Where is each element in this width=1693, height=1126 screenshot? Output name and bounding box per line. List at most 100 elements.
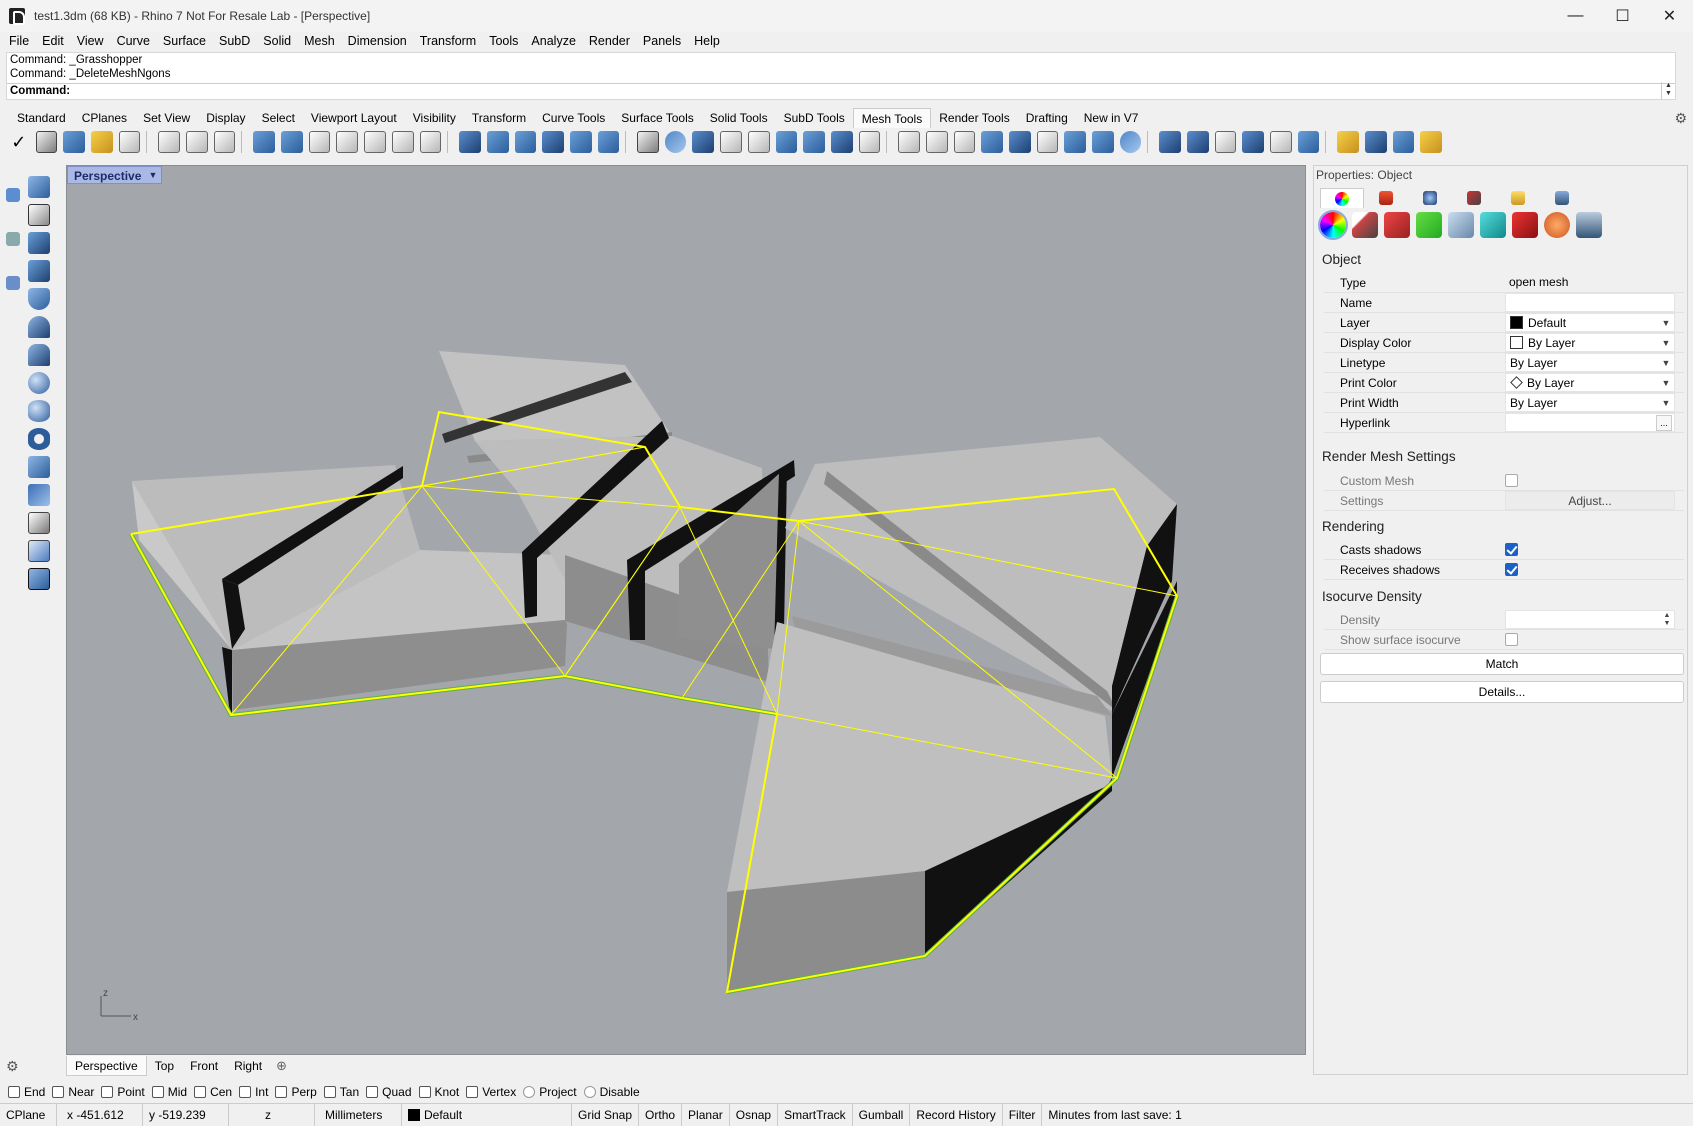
mesh-from-surface-icon[interactable] <box>63 131 86 153</box>
sphere-tool-icon[interactable] <box>28 372 50 394</box>
custom-mesh-checkbox[interactable] <box>1505 474 1518 487</box>
hyperlink-browse-button[interactable]: ... <box>1656 415 1672 431</box>
menu-solid[interactable]: Solid <box>263 34 291 48</box>
mesh-patch-icon[interactable] <box>91 131 113 153</box>
tab-select[interactable]: Select <box>254 108 303 128</box>
mesh-collapse-icon[interactable] <box>858 131 881 153</box>
mesh-solid-icon[interactable] <box>1008 131 1031 153</box>
adjust-button[interactable]: Adjust... <box>1505 491 1675 510</box>
status-layer[interactable]: Default <box>402 1103 572 1126</box>
menu-help[interactable]: Help <box>694 34 720 48</box>
menu-analyze[interactable]: Analyze <box>531 34 575 48</box>
number-123-icon[interactable] <box>953 131 976 153</box>
menu-view[interactable]: View <box>77 34 104 48</box>
mesh-points-icon[interactable] <box>1036 131 1059 153</box>
ellipsoid-tool-icon[interactable] <box>28 400 50 422</box>
match-button[interactable]: Match <box>1320 653 1684 675</box>
name-input[interactable] <box>1505 293 1675 312</box>
tab-named-views[interactable] <box>1540 188 1584 208</box>
spinner-arrows-icon[interactable]: ▲ ▼ <box>1662 612 1672 628</box>
casts-shadows-checkbox[interactable] <box>1505 543 1518 556</box>
hexagon-mesh-icon[interactable] <box>1092 131 1114 153</box>
settings-gear-icon[interactable]: ⚙ <box>6 1058 22 1074</box>
osnap-end[interactable]: End <box>8 1085 45 1099</box>
mesh-box-icon[interactable] <box>336 131 359 153</box>
mesh-skull-icon[interactable] <box>308 131 331 153</box>
hyperlink-input[interactable]: ... <box>1505 413 1675 432</box>
mesh-split-icon[interactable] <box>364 131 386 153</box>
checkbox-icon[interactable] <box>239 1086 252 1098</box>
osnap-quad[interactable]: Quad <box>366 1085 412 1099</box>
menu-curve[interactable]: Curve <box>117 34 150 48</box>
tab-standard[interactable]: Standard <box>9 108 74 128</box>
menu-render[interactable]: Render <box>589 34 630 48</box>
tab-surface-tools[interactable]: Surface Tools <box>613 108 702 128</box>
display-color-select[interactable]: By Layer ▼ <box>1505 333 1675 352</box>
mesh-plane-icon[interactable] <box>486 131 509 153</box>
rhino-app-icon[interactable] <box>9 8 25 25</box>
osnap-vertex[interactable]: Vertex <box>466 1085 516 1099</box>
tab-solid-tools[interactable]: Solid Tools <box>702 108 776 128</box>
close-button[interactable]: ✕ <box>1646 0 1693 32</box>
status-planar[interactable]: Planar <box>682 1103 730 1126</box>
status-ortho[interactable]: Ortho <box>639 1103 683 1126</box>
checkbox-icon[interactable] <box>101 1086 114 1098</box>
osnap-mid[interactable]: Mid <box>151 1085 187 1099</box>
status-smarttrack[interactable]: SmartTrack <box>778 1103 853 1126</box>
mesh-fold-icon[interactable] <box>1270 131 1292 153</box>
tab-perspective[interactable]: Perspective <box>66 1056 147 1076</box>
tab-visibility[interactable]: Visibility <box>405 108 464 128</box>
menu-surface[interactable]: Surface <box>163 34 206 48</box>
material-brush-icon[interactable] <box>1352 212 1378 238</box>
radio-icon[interactable] <box>523 1086 536 1098</box>
mesh-tool-icon[interactable] <box>28 484 50 506</box>
sidebar-plane-icon[interactable] <box>6 188 20 202</box>
mesh-wave-icon[interactable] <box>1297 131 1320 153</box>
menu-transform[interactable]: Transform <box>420 34 477 48</box>
checkbox-icon[interactable] <box>8 1086 20 1098</box>
tab-render[interactable] <box>1408 188 1452 208</box>
pipe-tool-icon[interactable] <box>28 456 50 478</box>
tab-viewport-layout[interactable]: Viewport Layout <box>303 108 405 128</box>
cylinder-tool-icon[interactable] <box>28 288 50 310</box>
mesh-table-icon[interactable] <box>898 131 920 153</box>
gear-icon[interactable]: ⚙ <box>1674 110 1687 127</box>
curve-piping-icon[interactable] <box>1544 212 1570 238</box>
mesh-figure-icon[interactable] <box>213 131 236 153</box>
mesh-outline-icon[interactable] <box>542 131 564 153</box>
mesh-frame-icon[interactable] <box>830 131 853 153</box>
print-width-select[interactable]: By Layer ▼ <box>1505 393 1675 412</box>
surface-tool-icon[interactable] <box>28 232 50 254</box>
minimize-button[interactable]: — <box>1552 0 1599 32</box>
tab-right[interactable]: Right <box>226 1056 270 1076</box>
mesh-cup-icon[interactable] <box>253 131 276 153</box>
mesh-triangulate-icon[interactable] <box>803 131 825 153</box>
chevron-down-icon[interactable]: ▼ <box>1660 337 1672 349</box>
tab-layers[interactable] <box>1364 188 1408 208</box>
osnap-int[interactable]: Int <box>239 1085 268 1099</box>
chevron-down-icon[interactable]: ▼ <box>1660 357 1672 369</box>
status-grid-snap[interactable]: Grid Snap <box>572 1103 640 1126</box>
plane-tool-icon[interactable] <box>28 176 50 198</box>
osnap-tan[interactable]: Tan <box>323 1085 359 1099</box>
layer-select[interactable]: Default ▼ <box>1505 313 1675 332</box>
checkbox-icon[interactable] <box>151 1086 164 1098</box>
chevron-down-icon[interactable]: ▼ <box>147 169 159 181</box>
osnap-cen[interactable]: Cen <box>194 1085 232 1099</box>
status-filter[interactable]: Filter <box>1003 1103 1043 1126</box>
mesh-repair-icon[interactable] <box>597 131 620 153</box>
sidebar-grid-icon[interactable] <box>6 276 20 290</box>
scale-tool-icon[interactable] <box>28 204 50 226</box>
mesh-explode-icon[interactable] <box>981 131 1003 153</box>
hexagon-icon[interactable] <box>1064 131 1087 153</box>
menu-edit[interactable]: Edit <box>42 34 64 48</box>
menu-mesh[interactable]: Mesh <box>304 34 335 48</box>
thickness-icon[interactable] <box>1480 212 1506 238</box>
menu-file[interactable]: File <box>9 34 29 48</box>
density-input[interactable]: ▲ ▼ <box>1505 610 1675 629</box>
object-properties-icon[interactable] <box>1318 210 1348 240</box>
tab-display-mode[interactable] <box>1452 188 1496 208</box>
mesh-boolean-icon[interactable] <box>637 131 659 153</box>
command-prompt[interactable]: Command: <box>10 85 70 97</box>
menu-subd[interactable]: SubD <box>219 34 250 48</box>
